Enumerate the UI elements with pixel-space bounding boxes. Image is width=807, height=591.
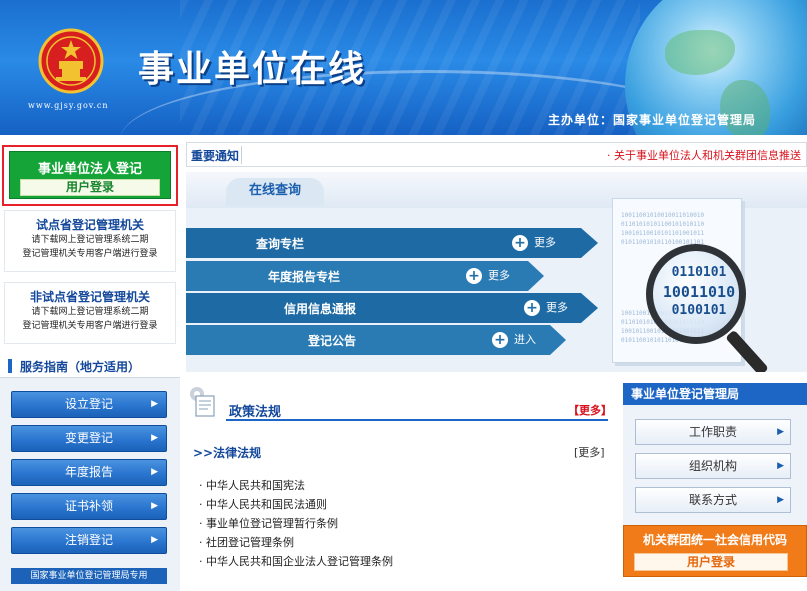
arrow-right-icon: ▶ [151,467,158,477]
organization-button[interactable]: 组织机构 ▶ [635,453,791,479]
credit-info-more[interactable]: + 更多 [524,299,568,316]
site-title: 事业单位在线 [138,48,367,90]
national-emblem-icon [38,28,104,94]
contact-label: 联系方式 [688,493,737,507]
online-query-panel: 在线查询 查询专栏 + 更多 年度报告专栏 + 更多 信用信息通报 + 更多 登记公告… [186,172,807,372]
query-column-ribbon[interactable]: 查询专栏 + 更多 [186,228,598,258]
certificate-reissue-label: 证书补领 [64,499,113,513]
plus-icon: + [524,300,540,316]
credit-info-label: 信用信息通报 [284,302,357,316]
law-item[interactable]: 中华人民共和国宪法 [199,476,393,495]
service-guide-header: 服务指南（地方适用） [0,354,180,378]
policy-title: 政策法规 [229,405,282,420]
change-registration-button[interactable]: 变更登记 ▶ [11,425,167,452]
duties-button[interactable]: 工作职责 ▶ [635,419,791,445]
org-user-login-button[interactable]: 用户登录 [634,553,788,571]
annual-report-label: 年度报告 [64,465,113,479]
lens-text-3: 0100101 [671,303,727,318]
nonpilot-province-line1: 请下载网上登记管理系统二期 [31,307,149,317]
registration-notice-label: 登记公告 [308,334,357,348]
legal-person-login-box: 事业单位法人登记 用户登录 [2,145,178,206]
arrow-right-icon: ▶ [777,461,784,471]
organization-label: 组织机构 [688,459,737,473]
nonpilot-province-line2: 登记管理机关专用客户端进行登录 [22,321,158,331]
nonpilot-province-title[interactable]: 非试点省登记管理机关 [5,288,175,305]
law-category-title[interactable]: >>法律法规 [193,444,261,461]
contact-button[interactable]: 联系方式 ▶ [635,487,791,513]
sponsor-text: 主办单位：国家事业单位登记管理局 [548,113,757,127]
law-more-link[interactable]: [更多] [574,444,605,460]
annual-report-column-ribbon[interactable]: 年度报告专栏 + 更多 [186,261,544,291]
cancel-registration-label: 注销登记 [64,533,113,547]
notice-divider [241,146,242,164]
law-item[interactable]: 中华人民共和国民法通则 [199,495,393,514]
lens-text-1: 0110101 [671,265,727,280]
cancel-registration-button[interactable]: 注销登记 ▶ [11,527,167,554]
plus-icon: + [466,268,482,284]
site-url: www.gjsy.gov.cn [28,101,109,110]
arrow-right-icon: ▶ [151,535,158,545]
globe-land [665,30,735,75]
user-login-button[interactable]: 用户登录 [20,179,160,196]
arrow-right-icon: ▶ [151,433,158,443]
arrow-right-icon: ▶ [151,501,158,511]
law-item[interactable]: 事业单位登记管理暂行条例 [199,514,393,533]
notice-link[interactable]: · 关于事业单位法人和机关群团信息推送 [607,147,801,163]
login-title[interactable]: 事业单位法人登记 [10,158,170,177]
policy-more-label: 【更多】 [568,404,612,417]
query-column-more[interactable]: + 更多 [512,234,556,251]
query-column-label: 查询专栏 [256,237,305,251]
policy-underline [226,419,608,421]
login-panel: 事业单位法人登记 用户登录 [9,151,171,199]
more-label: 更多 [546,301,568,314]
pilot-province-title[interactable]: 试点省登记管理机关 [5,216,175,233]
plus-icon: + [492,332,508,348]
bureau-only-link[interactable]: 国家事业单位登记管理局专用 [11,568,167,584]
setup-registration-button[interactable]: 设立登记 ▶ [11,391,167,418]
nonpilot-province-block[interactable]: 非试点省登记管理机关 请下载网上登记管理系统二期 登记管理机关专用客户端进行登录 [4,282,176,344]
plus-icon: + [512,235,528,251]
change-registration-label: 变更登记 [64,431,113,445]
enter-label: 进入 [514,333,536,346]
pilot-province-line2: 登记管理机关专用客户端进行登录 [22,249,158,259]
arrow-right-icon: ▶ [151,399,158,409]
registration-notice-enter[interactable]: + 进入 [492,331,536,348]
arrow-right-icon: ▶ [777,495,784,505]
law-item[interactable]: 中华人民共和国企业法人登记管理条例 [199,552,393,571]
bureau-header: 事业单位登记管理局 [623,383,807,405]
arrow-right-icon: ▶ [777,427,784,437]
annual-report-column-more[interactable]: + 更多 [466,267,510,284]
law-list: 中华人民共和国宪法 中华人民共和国民法通则 事业单位登记管理暂行条例 社团登记管… [199,476,393,571]
site-header: www.gjsy.gov.cn 事业单位在线 主办单位：国家事业单位登记管理局 [0,0,807,135]
org-credit-code-box: 机关群团统一社会信用代码 用户登录 [623,525,807,577]
more-label: 更多 [488,269,510,282]
credit-info-ribbon[interactable]: 信用信息通报 + 更多 [186,293,598,323]
notice-label: 重要通知 [191,149,240,163]
setup-registration-label: 设立登记 [64,397,113,411]
section-bar-icon [8,359,12,373]
law-item[interactable]: 社团登记管理条例 [199,533,393,552]
policy-section-header: 政策法规 【更多】 [186,380,612,421]
policy-more-link[interactable]: 【更多】 [568,402,612,418]
lens-text-2: 10011010 [662,283,736,301]
certificate-reissue-button[interactable]: 证书补领 ▶ [11,493,167,520]
magnifier-icon: 0110101 10011010 0100101 [646,244,746,344]
service-guide-title: 服务指南（地方适用） [20,360,141,374]
annual-report-button[interactable]: 年度报告 ▶ [11,459,167,486]
org-credit-code-title[interactable]: 机关群团统一社会信用代码 [624,531,806,548]
online-query-tab[interactable]: 在线查询 [226,178,324,206]
pilot-province-block[interactable]: 试点省登记管理机关 请下载网上登记管理系统二期 登记管理机关专用客户端进行登录 [4,210,176,272]
pilot-province-line1: 请下载网上登记管理系统二期 [31,235,149,245]
important-notice-bar: 重要通知 · 关于事业单位法人和机关群团信息推送 [186,142,807,167]
binary-pattern: 10011001010010011010010 0110101010110010… [621,212,705,246]
registration-notice-ribbon[interactable]: 登记公告 + 进入 [186,325,566,355]
more-label: 更多 [534,236,556,249]
policy-document-icon [190,387,215,417]
duties-label: 工作职责 [688,425,737,439]
annual-report-column-label: 年度报告专栏 [268,270,341,284]
